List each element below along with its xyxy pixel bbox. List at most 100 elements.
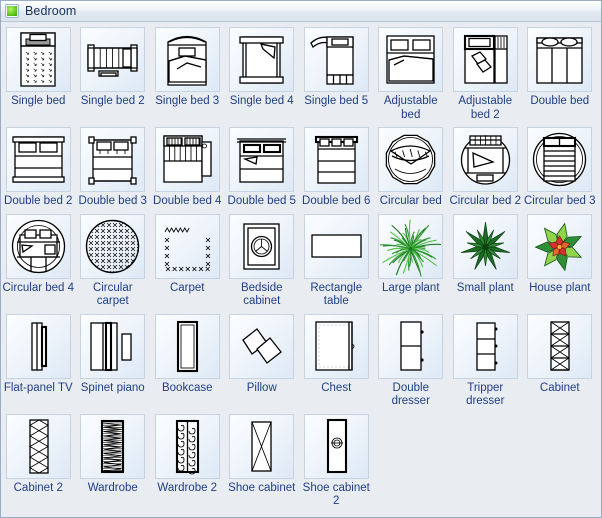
shape-item[interactable]: Chest — [299, 313, 374, 409]
house-plant-icon[interactable] — [527, 213, 593, 279]
shape-item[interactable]: Cabinet — [523, 313, 598, 409]
small-plant-icon[interactable] — [452, 213, 518, 279]
shape-item[interactable]: Single bed 2 — [76, 26, 151, 122]
rectangle-table-icon[interactable] — [303, 213, 369, 279]
shape-item[interactable]: Shoe cabinet 2 — [299, 413, 374, 509]
shape-item[interactable]: Wardrobe 2 — [150, 413, 225, 509]
large-plant-icon[interactable] — [378, 213, 444, 279]
shape-label: Tripper dresser — [466, 381, 505, 408]
panel-title: Bedroom — [25, 4, 77, 18]
double-bed-3-icon[interactable] — [80, 127, 146, 192]
shape-item[interactable]: Wardrobe — [76, 413, 151, 509]
shoe-cabinet-icon[interactable] — [229, 413, 295, 479]
shape-item[interactable]: Circular bed 4 — [1, 213, 76, 309]
circular-bed-2-icon[interactable] — [452, 127, 518, 192]
flat-panel-tv-icon[interactable] — [5, 313, 71, 379]
shape-label: Spinet piano — [80, 381, 145, 394]
shape-label: Wardrobe — [87, 481, 138, 494]
cabinet-2-icon[interactable] — [5, 413, 71, 479]
single-bed-4-icon[interactable] — [229, 27, 295, 92]
tripper-dresser-icon[interactable] — [452, 313, 518, 379]
shape-label: Circular bed 4 — [2, 281, 75, 294]
double-dresser-icon[interactable] — [378, 313, 444, 379]
shape-item[interactable]: Double bed 2 — [1, 126, 76, 209]
shape-label: Double bed 2 — [4, 195, 73, 207]
shape-item[interactable]: Double dresser — [374, 313, 449, 409]
shape-item[interactable]: Single bed 3 — [150, 26, 225, 122]
shape-item[interactable]: Single bed 4 — [225, 26, 300, 122]
shape-item[interactable]: Spinet piano — [76, 313, 151, 409]
wardrobe-icon[interactable] — [80, 413, 146, 479]
shape-item[interactable]: Double bed — [523, 26, 598, 122]
single-bed-5-icon[interactable] — [303, 27, 369, 92]
shape-label: Single bed — [11, 95, 66, 107]
shape-label: Bedside cabinet — [240, 281, 283, 308]
double-bed-icon[interactable] — [527, 27, 593, 92]
shape-item[interactable]: Adjustable bed — [374, 26, 449, 122]
shape-item[interactable]: Shoe cabinet — [225, 413, 300, 509]
shape-label: Single bed 3 — [155, 95, 220, 107]
shoe-cabinet-2-icon[interactable] — [303, 413, 369, 479]
double-bed-4-icon[interactable] — [154, 127, 220, 192]
single-bed-2-icon[interactable] — [80, 27, 146, 92]
shape-grid: Single bed Single bed 2 Single bed 3 Single… — [1, 22, 601, 513]
shape-item[interactable]: Carpet — [150, 213, 225, 309]
carpet-icon[interactable] — [154, 213, 220, 279]
shape-item[interactable]: Double bed 3 — [76, 126, 151, 209]
shape-item[interactable]: Adjustable bed 2 — [448, 26, 523, 122]
shape-label: Bookcase — [161, 381, 213, 394]
shape-item[interactable]: Single bed 5 — [299, 26, 374, 122]
shape-item[interactable]: Circular bed 2 — [448, 126, 523, 209]
shape-label: Chest — [321, 381, 352, 394]
shape-item[interactable]: Bedside cabinet — [225, 213, 300, 309]
shape-label: Cabinet 2 — [13, 481, 63, 494]
shape-item[interactable]: Double bed 4 — [150, 126, 225, 209]
shape-label: Wardrobe 2 — [157, 481, 218, 494]
double-bed-5-icon[interactable] — [229, 127, 295, 192]
shape-item[interactable]: Flat-panel TV — [1, 313, 76, 409]
shape-item[interactable]: Cabinet 2 — [1, 413, 76, 509]
single-bed-icon[interactable] — [5, 27, 71, 92]
cabinet-icon[interactable] — [527, 313, 593, 379]
pillow-icon[interactable] — [229, 313, 295, 379]
shape-item[interactable]: House plant — [523, 213, 598, 309]
shape-label: Double bed — [530, 95, 590, 107]
double-bed-2-icon[interactable] — [5, 127, 71, 192]
circular-bed-4-icon[interactable] — [5, 213, 71, 279]
shape-item[interactable]: Large plant — [374, 213, 449, 309]
shape-label: Shoe cabinet — [228, 481, 296, 494]
shape-item[interactable]: Circular bed — [374, 126, 449, 209]
stencil-green-square-icon — [6, 5, 18, 17]
shape-item[interactable]: Bookcase — [150, 313, 225, 409]
spinet-piano-icon[interactable] — [80, 313, 146, 379]
shape-label: Rectangle table — [310, 281, 363, 308]
shape-item[interactable]: Circular carpet — [76, 213, 151, 309]
double-bed-6-icon[interactable] — [303, 127, 369, 192]
circular-carpet-icon[interactable] — [80, 213, 146, 279]
shape-item[interactable]: Double bed 5 — [225, 126, 300, 209]
shape-item[interactable]: Rectangle table — [299, 213, 374, 309]
shape-label: Single bed 4 — [229, 95, 294, 107]
shape-item[interactable]: Pillow — [225, 313, 300, 409]
chest-icon[interactable] — [303, 313, 369, 379]
shape-label: Cabinet — [539, 381, 580, 394]
adjustable-bed-icon[interactable] — [378, 27, 444, 92]
shape-item[interactable]: Tripper dresser — [448, 313, 523, 409]
single-bed-3-icon[interactable] — [154, 27, 220, 92]
circular-bed-icon[interactable] — [378, 127, 444, 192]
shape-label: Double dresser — [391, 381, 430, 408]
shape-item[interactable]: Single bed — [1, 26, 76, 122]
shape-label: Double bed 6 — [302, 195, 371, 207]
shape-item[interactable]: Small plant — [448, 213, 523, 309]
wardrobe-2-icon[interactable] — [154, 413, 220, 479]
bedside-cabinet-icon[interactable] — [229, 213, 295, 279]
shape-item[interactable]: Circular bed 3 — [523, 126, 598, 209]
shape-label: Single bed 2 — [80, 95, 145, 107]
adjustable-bed-2-icon[interactable] — [452, 27, 518, 92]
bookcase-icon[interactable] — [154, 313, 220, 379]
panel-titlebar[interactable]: Bedroom — [1, 1, 601, 22]
circular-bed-3-icon[interactable] — [527, 127, 593, 192]
shape-item[interactable]: Double bed 6 — [299, 126, 374, 209]
shape-label: Double bed 4 — [153, 195, 222, 207]
shape-label: House plant — [529, 281, 591, 294]
